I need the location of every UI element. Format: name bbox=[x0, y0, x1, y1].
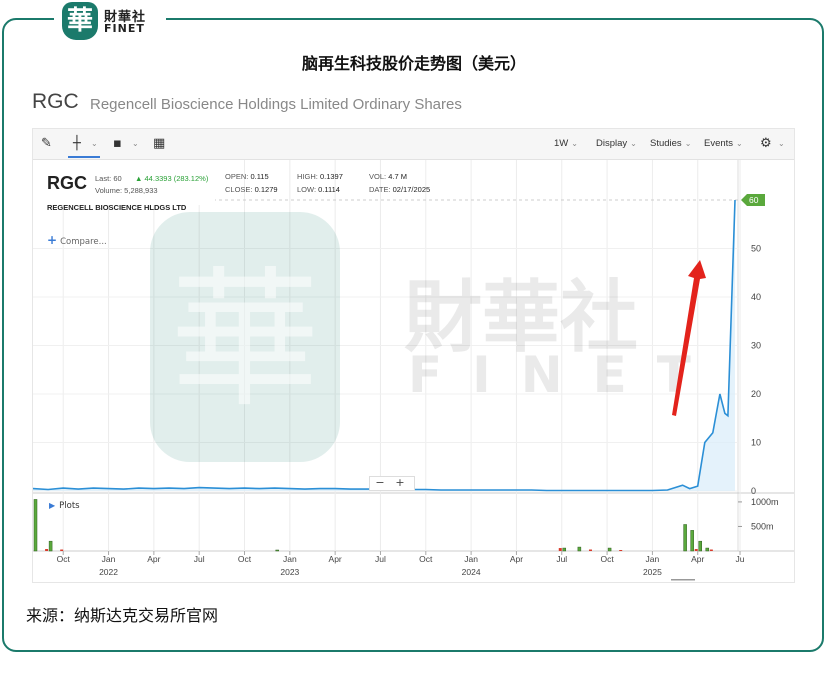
zoom-out-button[interactable]: − bbox=[370, 477, 390, 489]
zoom-in-button[interactable]: + bbox=[390, 477, 410, 489]
chart-widget: ✎ ┼ ⌄ ▪ ⌄ ▦ 1W ⌄ Display ⌄ Studies ⌄ Events… bbox=[32, 128, 795, 583]
x-year-label: 2023 bbox=[280, 567, 299, 577]
chart-toolbar: ✎ ┼ ⌄ ▪ ⌄ ▦ 1W ⌄ Display ⌄ Studies ⌄ Events… bbox=[33, 129, 794, 160]
x-tick-label: Jul bbox=[194, 554, 205, 564]
ticker-symbol: RGC bbox=[32, 90, 79, 113]
y-tick-label: 40 bbox=[751, 292, 761, 302]
studies-menu[interactable]: Studies ⌄ bbox=[650, 129, 691, 159]
x-year-label: 2022 bbox=[99, 567, 118, 577]
pencil-icon[interactable]: ✎ bbox=[41, 136, 52, 152]
x-tick-label: Jan bbox=[283, 554, 297, 564]
volume-axis-label: 1000m bbox=[751, 497, 779, 507]
volume-bars bbox=[33, 499, 713, 552]
x-tick-label: Jan bbox=[646, 554, 660, 564]
last-value-label: 60 bbox=[749, 195, 759, 205]
brand-name-en: FINET bbox=[104, 22, 145, 35]
chevron-down-icon[interactable]: ⌄ bbox=[778, 136, 785, 152]
quote-company: REGENCELL BIOSCIENCE HLDGS LTD bbox=[47, 203, 187, 212]
page-title: 脑再生科技股价走势图（美元） bbox=[301, 54, 526, 73]
x-tick-label: Apr bbox=[510, 554, 523, 564]
range-handle bbox=[671, 579, 695, 581]
quote-low: LOW: 0.1114 bbox=[297, 185, 340, 194]
x-tick-label: Apr bbox=[691, 554, 704, 564]
gear-icon[interactable]: ⚙ bbox=[760, 136, 772, 152]
volume-bar-up bbox=[275, 549, 279, 552]
x-tick-label: Jul bbox=[375, 554, 386, 564]
quote-change: ▲ 44.3393 (283.12%) bbox=[135, 174, 209, 183]
volume-bar-down bbox=[558, 548, 562, 551]
volume-bar-down bbox=[45, 549, 49, 551]
quote-vol: VOL: 4.7 M bbox=[369, 172, 407, 181]
x-tick-label: Ju bbox=[736, 554, 745, 564]
y-tick-label: 20 bbox=[751, 389, 761, 399]
y-tick-label: 10 bbox=[751, 438, 761, 448]
volume-bar-down bbox=[619, 550, 623, 551]
brand-logo: 華 財華社 FINET bbox=[54, 0, 166, 40]
x-tick-label: Oct bbox=[419, 554, 433, 564]
x-tick-label: Jul bbox=[556, 554, 567, 564]
y-tick-label: 30 bbox=[751, 341, 761, 351]
volume-bar-down bbox=[60, 549, 64, 551]
volume-bar-up bbox=[577, 546, 582, 552]
volume-bar-down bbox=[709, 549, 713, 551]
x-year-label: 2024 bbox=[462, 567, 481, 577]
x-tick-label: Oct bbox=[600, 554, 614, 564]
x-axis: Oct Jan Apr Jul Oct Jan Apr Jul Oct Jan Apr Jul Oct J… bbox=[57, 551, 745, 581]
brand-seal: 華 bbox=[62, 2, 98, 40]
y-axis: 0 10 20 30 40 50 60 1000m 500m bbox=[738, 194, 779, 531]
quote-close: CLOSE: 0.1279 bbox=[225, 185, 278, 194]
period-selector[interactable]: 1W ⌄ bbox=[554, 129, 578, 159]
grid-lines bbox=[33, 160, 794, 552]
x-tick-label: Apr bbox=[147, 554, 160, 564]
crosshair-icon[interactable]: ┼ bbox=[73, 136, 81, 152]
company-full-name: Regencell Bioscience Holdings Limited Or… bbox=[90, 96, 462, 113]
layout-icon[interactable]: ▦ bbox=[153, 136, 165, 152]
comment-icon[interactable]: ▪ bbox=[113, 136, 122, 152]
compare-button[interactable]: + Compare... bbox=[47, 233, 107, 247]
source-note: 来源：纳斯达克交易所官网 bbox=[26, 606, 219, 625]
x-year-label: 2025 bbox=[643, 567, 662, 577]
events-menu[interactable]: Events ⌄ bbox=[704, 129, 743, 159]
volume-bar-up bbox=[33, 499, 38, 552]
volume-bar-up bbox=[683, 524, 687, 552]
price-chart: 0 10 20 30 40 50 60 1000m 500m Oct Jan Apr Jul Oct Ja… bbox=[33, 160, 794, 581]
volume-axis-label: 500m bbox=[751, 521, 774, 531]
quote-date: DATE: 02/17/2025 bbox=[369, 185, 431, 194]
quote-last: Last: 60 bbox=[95, 174, 122, 183]
y-tick-label: 0 bbox=[751, 486, 756, 496]
x-tick-label: Oct bbox=[57, 554, 71, 564]
volume-bar-down bbox=[588, 549, 592, 551]
quote-volume: Volume: 5,288,933 bbox=[95, 186, 158, 195]
x-tick-label: Jan bbox=[464, 554, 478, 564]
active-tool-indicator bbox=[68, 156, 100, 158]
zoom-control: − + bbox=[369, 476, 415, 491]
x-tick-label: Apr bbox=[329, 554, 342, 564]
volume-bar-up bbox=[705, 547, 710, 552]
x-tick-label: Oct bbox=[238, 554, 252, 564]
volume-bar-up bbox=[562, 547, 567, 552]
volume-bar-up bbox=[698, 540, 702, 552]
volume-bar-down bbox=[694, 549, 698, 551]
chevron-down-icon[interactable]: ⌄ bbox=[91, 136, 98, 152]
display-menu[interactable]: Display ⌄ bbox=[596, 129, 637, 159]
quote-high: HIGH: 0.1397 bbox=[297, 172, 343, 181]
volume-bar-up bbox=[48, 540, 53, 552]
y-tick-label: 50 bbox=[751, 244, 761, 254]
volume-bar-up bbox=[690, 530, 694, 552]
quote-symbol: RGC bbox=[47, 173, 87, 193]
chevron-down-icon[interactable]: ⌄ bbox=[132, 136, 139, 152]
quote-open: OPEN: 0.115 bbox=[225, 172, 269, 181]
plots-toggle[interactable]: ▶ Plots bbox=[49, 501, 80, 511]
x-tick-label: Jan bbox=[102, 554, 116, 564]
volume-bar-up bbox=[607, 547, 612, 552]
